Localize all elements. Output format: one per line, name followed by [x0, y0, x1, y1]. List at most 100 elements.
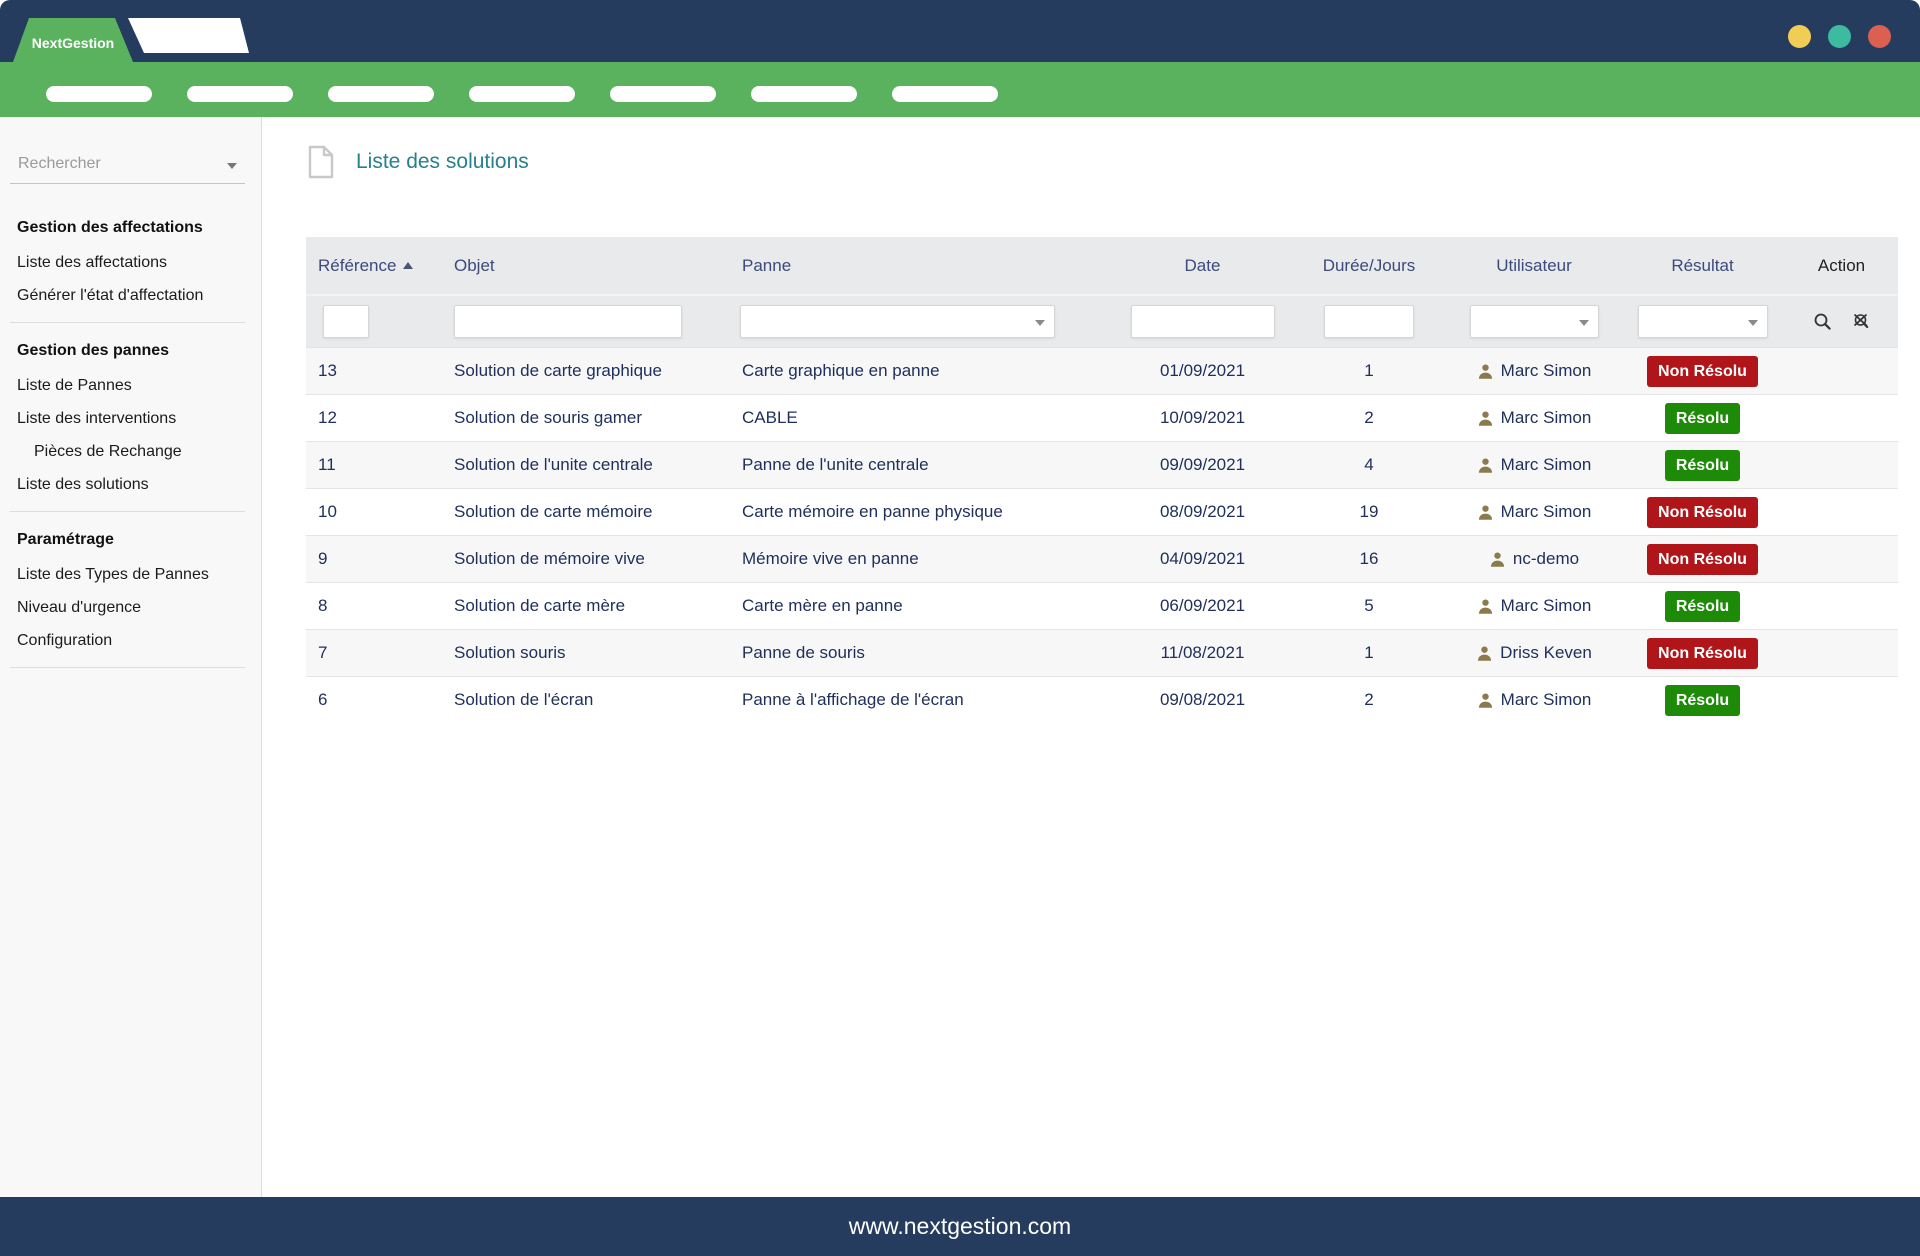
brand-logo-tab[interactable]: NextGestion — [13, 18, 133, 62]
filter-duree-input[interactable] — [1324, 305, 1414, 338]
cell-objet: Solution de carte graphique — [445, 361, 733, 381]
cell-reference: 13 — [306, 361, 445, 381]
table-row[interactable]: 10 Solution de carte mémoire Carte mémoi… — [306, 488, 1898, 535]
cell-objet: Solution souris — [445, 643, 733, 663]
search-icon — [1812, 311, 1834, 333]
app-window: NextGestion Gestion des affectationsList… — [0, 0, 1920, 1256]
solutions-table: Référence Objet Panne Date Durée/Jours U… — [306, 237, 1898, 723]
user-icon — [1477, 457, 1494, 474]
table-row[interactable]: 8 Solution de carte mère Carte mère en p… — [306, 582, 1898, 629]
filter-panne-select[interactable] — [740, 305, 1055, 338]
cell-date: 09/09/2021 — [1115, 455, 1290, 475]
cell-reference: 7 — [306, 643, 445, 663]
cell-panne: Carte mère en panne — [733, 596, 1115, 616]
cell-utilisateur: Marc Simon — [1448, 596, 1620, 616]
status-badge: Résolu — [1665, 450, 1740, 481]
cell-utilisateur: nc-demo — [1448, 549, 1620, 569]
cell-reference: 6 — [306, 690, 445, 710]
sidebar-item-generer-l-etat-d-affectation[interactable]: Générer l'état d'affectation — [0, 279, 261, 312]
sidebar-item-niveau-d-urgence[interactable]: Niveau d'urgence — [0, 591, 261, 624]
user-icon — [1476, 645, 1493, 662]
sidebar-search-input[interactable] — [10, 147, 208, 183]
cell-panne: CABLE — [733, 408, 1115, 428]
cell-reference: 10 — [306, 502, 445, 522]
cell-panne: Panne de l'unite centrale — [733, 455, 1115, 475]
table-body: 13 Solution de carte graphique Carte gra… — [306, 347, 1898, 723]
sidebar-item-liste-des-types-de-pannes[interactable]: Liste des Types de Pannes — [0, 558, 261, 591]
sort-asc-icon — [403, 262, 413, 269]
cell-date: 06/09/2021 — [1115, 596, 1290, 616]
nav-pill-5[interactable] — [610, 86, 716, 102]
sidebar-item-configuration[interactable]: Configuration — [0, 624, 261, 657]
column-header-date[interactable]: Date — [1115, 237, 1290, 294]
cell-reference: 9 — [306, 549, 445, 569]
table-row[interactable]: 7 Solution souris Panne de souris 11/08/… — [306, 629, 1898, 676]
user-icon — [1477, 598, 1494, 615]
table-row[interactable]: 13 Solution de carte graphique Carte gra… — [306, 347, 1898, 394]
cell-utilisateur: Marc Simon — [1448, 455, 1620, 475]
column-header-resultat[interactable]: Résultat — [1620, 237, 1785, 294]
table-row[interactable]: 6 Solution de l'écran Panne à l'affichag… — [306, 676, 1898, 723]
sidebar-menu: Gestion des affectationsListe des affect… — [0, 210, 261, 668]
user-icon — [1489, 551, 1506, 568]
user-icon — [1477, 504, 1494, 521]
nav-pill-2[interactable] — [187, 86, 293, 102]
nav-pill-1[interactable] — [46, 86, 152, 102]
filter-reference-input[interactable] — [323, 305, 369, 338]
cell-objet: Solution de carte mémoire — [445, 502, 733, 522]
cell-reference: 11 — [306, 455, 445, 475]
table-row[interactable]: 12 Solution de souris gamer CABLE 10/09/… — [306, 394, 1898, 441]
column-header-panne[interactable]: Panne — [733, 237, 1115, 294]
column-header-utilisateur[interactable]: Utilisateur — [1448, 237, 1620, 294]
cell-resultat: Résolu — [1620, 450, 1785, 481]
chevron-down-icon[interactable] — [227, 163, 237, 169]
user-icon — [1477, 410, 1494, 427]
window-dot-teal[interactable] — [1828, 25, 1851, 48]
filter-utilisateur-select[interactable] — [1470, 305, 1599, 338]
filter-objet-input[interactable] — [454, 305, 682, 338]
brand-name: NextGestion — [32, 35, 114, 51]
cell-panne: Mémoire vive en panne — [733, 549, 1115, 569]
footer-url[interactable]: www.nextgestion.com — [849, 1213, 1071, 1240]
cell-utilisateur: Marc Simon — [1448, 502, 1620, 522]
cell-resultat: Non Résolu — [1620, 638, 1785, 669]
sidebar-item-liste-des-affectations[interactable]: Liste des affectations — [0, 246, 261, 279]
main-nav-bar — [0, 62, 1920, 117]
cell-utilisateur: Marc Simon — [1448, 690, 1620, 710]
cell-resultat: Non Résolu — [1620, 356, 1785, 387]
cell-reference: 8 — [306, 596, 445, 616]
cell-date: 08/09/2021 — [1115, 502, 1290, 522]
window-dot-red[interactable] — [1868, 25, 1891, 48]
nav-pill-4[interactable] — [469, 86, 575, 102]
cell-utilisateur: Marc Simon — [1448, 408, 1620, 428]
nav-pill-6[interactable] — [751, 86, 857, 102]
table-row[interactable]: 9 Solution de mémoire vive Mémoire vive … — [306, 535, 1898, 582]
cell-reference: 12 — [306, 408, 445, 428]
cell-objet: Solution de souris gamer — [445, 408, 733, 428]
sidebar-item-liste-de-pannes[interactable]: Liste de Pannes — [0, 369, 261, 402]
user-icon — [1477, 692, 1494, 709]
cell-utilisateur: Marc Simon — [1448, 361, 1620, 381]
cell-date: 09/08/2021 — [1115, 690, 1290, 710]
brand-accent-shape — [128, 18, 249, 53]
sidebar-item-liste-des-interventions[interactable]: Liste des interventions — [0, 402, 261, 435]
filter-date-input[interactable] — [1131, 305, 1275, 338]
cell-objet: Solution de carte mère — [445, 596, 733, 616]
status-badge: Résolu — [1665, 685, 1740, 716]
sidebar: Gestion des affectationsListe des affect… — [0, 117, 262, 1197]
column-header-objet[interactable]: Objet — [445, 237, 733, 294]
table-row[interactable]: 11 Solution de l'unite centrale Panne de… — [306, 441, 1898, 488]
nav-pill-7[interactable] — [892, 86, 998, 102]
window-dot-yellow[interactable] — [1788, 25, 1811, 48]
filter-resultat-select[interactable] — [1638, 305, 1768, 338]
cell-panne: Carte mémoire en panne physique — [733, 502, 1115, 522]
nav-pill-3[interactable] — [328, 86, 434, 102]
sidebar-item-pieces-de-rechange[interactable]: Pièces de Rechange — [0, 435, 261, 468]
clear-filter-button[interactable] — [1850, 311, 1872, 333]
search-button[interactable] — [1812, 311, 1834, 333]
cell-date: 01/09/2021 — [1115, 361, 1290, 381]
sidebar-item-liste-des-solutions[interactable]: Liste des solutions — [0, 468, 261, 501]
column-header-reference[interactable]: Référence — [306, 237, 445, 294]
column-header-duree[interactable]: Durée/Jours — [1290, 237, 1448, 294]
page-header: Liste des solutions — [308, 145, 529, 179]
